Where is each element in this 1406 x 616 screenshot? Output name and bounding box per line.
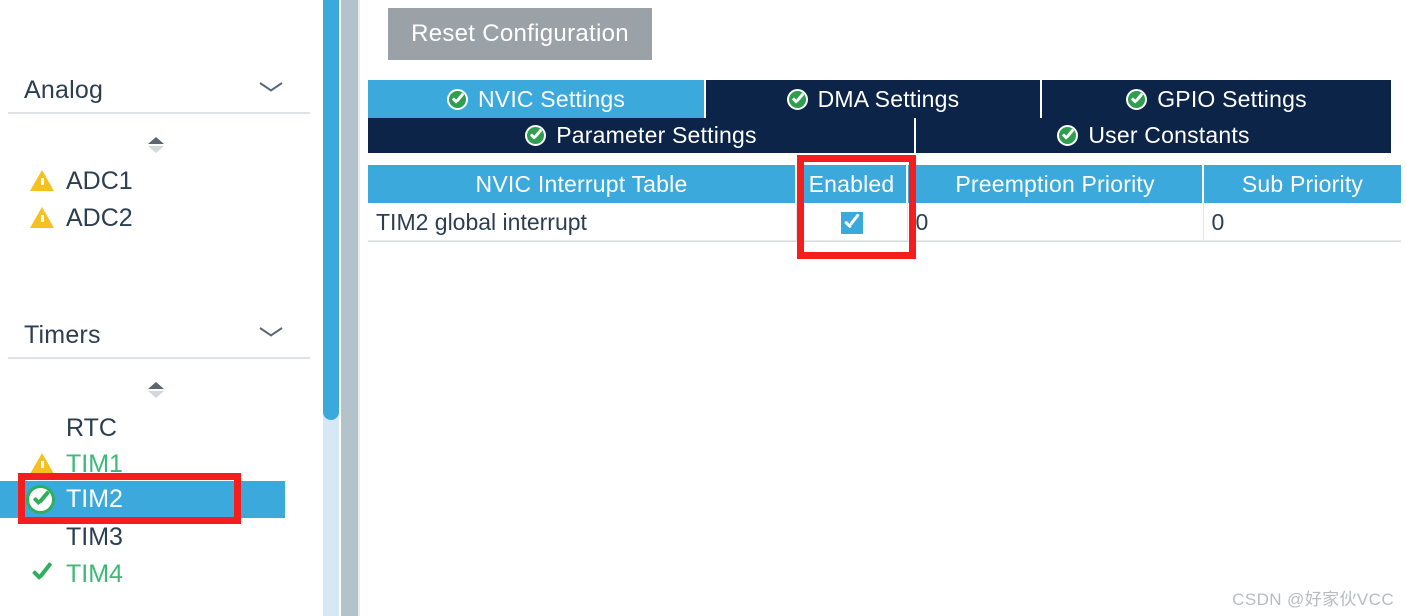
- cell-sub-priority[interactable]: 0: [1203, 203, 1401, 242]
- tab-label: User Constants: [1088, 122, 1250, 148]
- tab-label: NVIC Settings: [477, 85, 626, 112]
- spinner-up-arrow: [148, 382, 164, 389]
- table-row[interactable]: TIM2 global interrupt 0 0: [368, 203, 1401, 242]
- reset-configuration-button[interactable]: Reset Configuration: [388, 8, 652, 60]
- warning-triangle-icon: [30, 453, 54, 474]
- tab-gpio-settings[interactable]: GPIO Settings: [1042, 80, 1391, 118]
- check-circle-icon: [786, 88, 808, 110]
- spinner-updown-icon[interactable]: [145, 136, 167, 158]
- tree-item-tim4[interactable]: TIM4: [0, 556, 285, 593]
- group-header-timers[interactable]: Timers: [8, 313, 310, 359]
- checkbox-checked-icon[interactable]: [840, 212, 863, 235]
- tree-item-label: TIM2: [66, 485, 123, 513]
- chevron-down-icon[interactable]: [260, 82, 282, 95]
- group-header-analog[interactable]: Analog: [8, 68, 310, 114]
- tab-parameter-settings[interactable]: Parameter Settings: [368, 118, 916, 153]
- warning-triangle-icon: [30, 170, 54, 191]
- cell-enabled[interactable]: [796, 203, 908, 242]
- tree-item-tim1[interactable]: TIM1: [0, 446, 285, 483]
- spinner-up-arrow: [148, 137, 164, 144]
- tree-item-label: ADC2: [66, 204, 133, 232]
- panel-splitter[interactable]: [341, 0, 358, 616]
- preemption-priority-value: 0: [915, 208, 929, 235]
- interrupt-name-text: TIM2 global interrupt: [376, 208, 587, 235]
- table-header-row: NVIC Interrupt Table Enabled Preemption …: [368, 165, 1401, 203]
- group-title-timers: Timers: [24, 321, 101, 349]
- check-circle-icon: [525, 125, 547, 146]
- check-circle-icon: [26, 485, 55, 514]
- tab-nvic-settings[interactable]: NVIC Settings: [368, 80, 706, 118]
- peripheral-tree-panel: Analog ADC1 ADC2 Timers RTC TIM1 TIM2 TI…: [0, 0, 318, 616]
- spinner-down-arrow: [148, 146, 164, 153]
- spinner-down-arrow: [148, 391, 164, 398]
- tree-item-adc1[interactable]: ADC1: [0, 163, 285, 200]
- tree-item-label: TIM1: [66, 450, 123, 478]
- warning-triangle-icon: [30, 207, 54, 228]
- table-bottom-divider: [368, 240, 1401, 241]
- tree-item-label: ADC1: [66, 167, 133, 195]
- group-title-analog: Analog: [24, 76, 104, 104]
- tree-item-rtc[interactable]: RTC: [0, 410, 285, 447]
- sidebar-scrollbar-thumb[interactable]: [323, 0, 339, 420]
- spinner-updown-icon[interactable]: [145, 381, 167, 403]
- tab-row-secondary: Parameter Settings User Constants: [368, 118, 1391, 153]
- tab-user-constants[interactable]: User Constants: [916, 118, 1391, 153]
- check-circle-icon: [446, 88, 468, 110]
- tab-dma-settings[interactable]: DMA Settings: [706, 80, 1042, 118]
- tree-item-label: TIM3: [66, 523, 123, 551]
- cell-interrupt-name: TIM2 global interrupt: [368, 203, 797, 242]
- tree-item-label: RTC: [66, 414, 117, 442]
- tab-label: Parameter Settings: [556, 122, 757, 148]
- tab-row-primary: NVIC Settings DMA Settings GPIO Settings: [368, 80, 1391, 118]
- cell-preemption-priority[interactable]: 0: [907, 203, 1204, 242]
- check-icon: [30, 564, 54, 584]
- chevron-down-icon[interactable]: [260, 327, 282, 340]
- tree-item-adc2[interactable]: ADC2: [0, 200, 285, 237]
- tree-item-tim2[interactable]: TIM2: [0, 481, 285, 518]
- nvic-interrupt-table: NVIC Interrupt Table Enabled Preemption …: [368, 165, 1401, 242]
- column-header-sub-priority[interactable]: Sub Priority: [1203, 165, 1401, 203]
- tree-item-tim3[interactable]: TIM3: [0, 519, 285, 556]
- tab-label: DMA Settings: [817, 85, 960, 112]
- tree-item-label: TIM4: [66, 560, 123, 588]
- tab-label: GPIO Settings: [1157, 85, 1307, 112]
- check-circle-icon: [1126, 88, 1148, 110]
- watermark-text: CSDN @好家伙VCC: [1232, 590, 1394, 609]
- column-header-nvic-interrupt-table[interactable]: NVIC Interrupt Table: [368, 165, 797, 203]
- column-header-preemption-priority[interactable]: Preemption Priority: [907, 165, 1204, 203]
- configuration-panel: Reset Configuration NVIC Settings DMA Se…: [360, 0, 1406, 616]
- column-header-enabled[interactable]: Enabled: [796, 165, 908, 203]
- check-circle-icon: [1057, 125, 1079, 146]
- sub-priority-value: 0: [1211, 208, 1225, 235]
